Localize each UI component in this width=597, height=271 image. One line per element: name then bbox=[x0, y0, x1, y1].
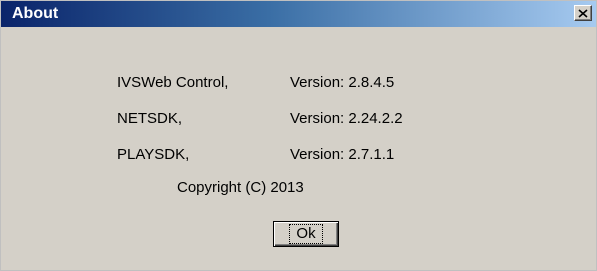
component-name-ivsweb: IVSWeb Control, bbox=[117, 74, 229, 91]
component-name-netsdk: NETSDK, bbox=[117, 110, 183, 127]
component-version-ivsweb: Version: 2.8.4.5 bbox=[290, 74, 395, 91]
component-name-playsdk: PLAYSDK, bbox=[117, 146, 190, 163]
ok-button-label: Ok bbox=[289, 224, 323, 244]
close-icon bbox=[578, 8, 588, 18]
close-button[interactable] bbox=[574, 5, 592, 21]
copyright-text: Copyright (C) 2013 bbox=[177, 179, 304, 196]
component-version-netsdk: Version: 2.24.2.2 bbox=[290, 110, 403, 127]
about-dialog: About IVSWeb Control, Version: 2.8.4.5 N… bbox=[0, 0, 597, 271]
ok-button[interactable]: Ok bbox=[273, 221, 339, 247]
dialog-title: About bbox=[12, 5, 59, 22]
component-version-playsdk: Version: 2.7.1.1 bbox=[290, 146, 395, 163]
title-bar[interactable]: About bbox=[1, 1, 596, 27]
